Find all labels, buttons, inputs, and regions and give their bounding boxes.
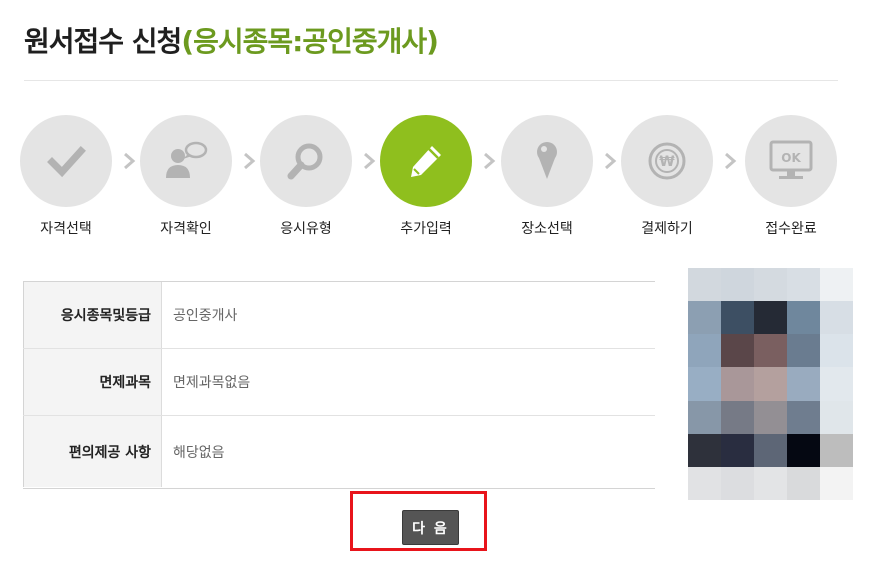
- check-icon: [47, 146, 86, 178]
- location-pin-icon: [537, 142, 557, 179]
- info-label: 응시종목및등급: [23, 282, 162, 348]
- progress-steps: 자격선택 자격확인 응시유형 추가입력 장소선택 ₩ 결제하기 OK 접수완료: [0, 110, 895, 250]
- title-divider: [24, 80, 838, 81]
- chevron-right-icon: [360, 148, 378, 174]
- step-circle-active: [380, 115, 472, 207]
- ok-text: OK: [781, 151, 801, 165]
- step-circle: ₩: [621, 115, 713, 207]
- chevron-right-icon: [240, 148, 258, 174]
- info-row-exemption: 면제과목 면제과목없음: [23, 349, 655, 415]
- info-label: 편의제공 사항: [23, 416, 162, 487]
- pencil-icon: [411, 146, 441, 177]
- chevron-right-icon: [601, 148, 619, 174]
- step-label: 결제하기: [641, 221, 693, 237]
- next-button[interactable]: 다 음: [402, 510, 459, 545]
- step-label: 자격확인: [160, 221, 212, 237]
- step-circle: [20, 115, 112, 207]
- step-circle: [501, 115, 593, 207]
- monitor-ok-icon: OK: [769, 140, 813, 179]
- info-value: 해당없음: [173, 444, 225, 461]
- chevron-right-icon: [120, 148, 138, 174]
- chevron-right-icon: [721, 148, 739, 174]
- chevron-right-icon: [480, 148, 498, 174]
- page-title-main: 원서접수 신청: [24, 25, 182, 58]
- step-label: 응시유형: [280, 221, 332, 237]
- applicant-photo: [688, 268, 853, 500]
- step-circle: OK: [745, 115, 837, 207]
- step-label: 장소선택: [521, 221, 573, 237]
- step-label: 추가입력: [400, 221, 452, 237]
- step-label: 자격선택: [40, 221, 92, 237]
- magnifier-icon: [287, 143, 323, 180]
- page-title-subtitle: (응시종목:공인중개사): [181, 25, 439, 58]
- info-label: 면제과목: [23, 349, 162, 415]
- info-value: 공인중개사: [173, 308, 238, 324]
- step-label: 접수완료: [765, 221, 817, 237]
- person-speech-icon: [166, 141, 208, 178]
- info-row-exam-grade: 응시종목및등급 공인중개사: [23, 282, 655, 348]
- step-circle: [260, 115, 352, 207]
- won-symbol: ₩: [659, 154, 675, 170]
- info-row-accommodation: 편의제공 사항 해당없음: [23, 416, 655, 487]
- won-coin-icon: ₩: [648, 142, 686, 180]
- info-value: 면제과목없음: [173, 375, 251, 391]
- page-title: 원서접수 신청(응시종목:공인중개사): [24, 20, 439, 60]
- step-circle: [140, 115, 232, 207]
- application-info-table: 응시종목및등급 공인중개사 면제과목 면제과목없음 편의제공 사항 해당없음: [23, 281, 655, 489]
